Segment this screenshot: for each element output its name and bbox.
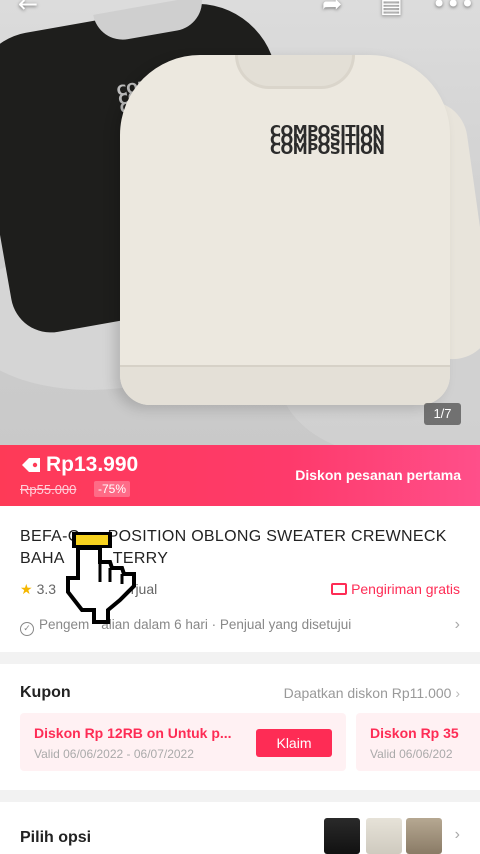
hand-pointer-icon <box>66 532 136 624</box>
product-image[interactable]: COMPOSITIONCOMPOSITIONCOMPOSITION COMPOS… <box>0 0 480 445</box>
claim-button[interactable]: Klaim <box>256 729 332 757</box>
back-arrow-icon[interactable]: ← <box>18 0 38 18</box>
price: Rp13.990 <box>46 453 139 476</box>
price-bar: Rp13.990 Rp55.000 -75% Diskon pesanan pe… <box>0 445 480 506</box>
price-tag-icon <box>22 458 40 472</box>
chevron-right-icon[interactable]: › <box>455 826 460 844</box>
discount-badge: -75% <box>94 481 131 497</box>
coupon-card[interactable]: Diskon Rp 35 Valid 06/06/202 <box>356 713 480 771</box>
sweater-print: COMPOSITIONCOMPOSITIONCOMPOSITION <box>270 122 385 158</box>
option-thumbnail-brown[interactable] <box>406 818 442 854</box>
truck-icon <box>331 583 348 595</box>
option-thumbnail-black[interactable] <box>324 818 360 854</box>
coupon-card-validity: Valid 06/06/2022 - 06/07/2022 <box>34 747 194 761</box>
white-sweater: COMPOSITION COMPOSITION COMPOSITION <box>120 55 450 405</box>
coupon-card-validity: Valid 06/06/202 <box>370 747 453 761</box>
options-section[interactable]: Pilih opsi › <box>0 802 480 854</box>
free-shipping[interactable]: Pengiriman gratis <box>331 581 460 597</box>
original-price: Rp55.000 <box>20 482 77 497</box>
sweater-neck <box>235 55 355 89</box>
options-title: Pilih opsi <box>20 829 92 846</box>
sweater-hem <box>120 365 450 405</box>
option-thumbnail-white[interactable] <box>366 818 402 854</box>
coupon-card-title: Diskon Rp 12RB on Untuk p... <box>34 725 232 741</box>
promo-text: Diskon pesanan pertama <box>295 467 461 483</box>
share-icon[interactable]: ➦ <box>322 0 342 18</box>
rating: ★ 3.3 <box>20 581 57 597</box>
top-bar: ← ➦ ▤ ••• <box>0 0 480 20</box>
chevron-right-icon: › <box>455 685 460 701</box>
more-icon[interactable]: ••• <box>432 0 474 18</box>
image-counter: 1/7 <box>424 403 461 425</box>
star-icon: ★ <box>20 581 33 597</box>
check-circle-icon: ✓ <box>20 622 34 636</box>
chevron-right-icon[interactable]: › <box>455 616 460 634</box>
coupon-section: Kupon Dapatkan diskon Rp11.000 › Diskon … <box>0 664 480 790</box>
coupon-card[interactable]: Diskon Rp 12RB on Untuk p... Valid 06/06… <box>20 713 346 771</box>
coupon-card-title: Diskon Rp 35 <box>370 725 459 741</box>
coupon-title: Kupon <box>20 684 71 701</box>
cart-icon[interactable]: ▤ <box>380 0 403 18</box>
coupon-discount-link[interactable]: Dapatkan diskon Rp11.000 › <box>284 685 460 701</box>
